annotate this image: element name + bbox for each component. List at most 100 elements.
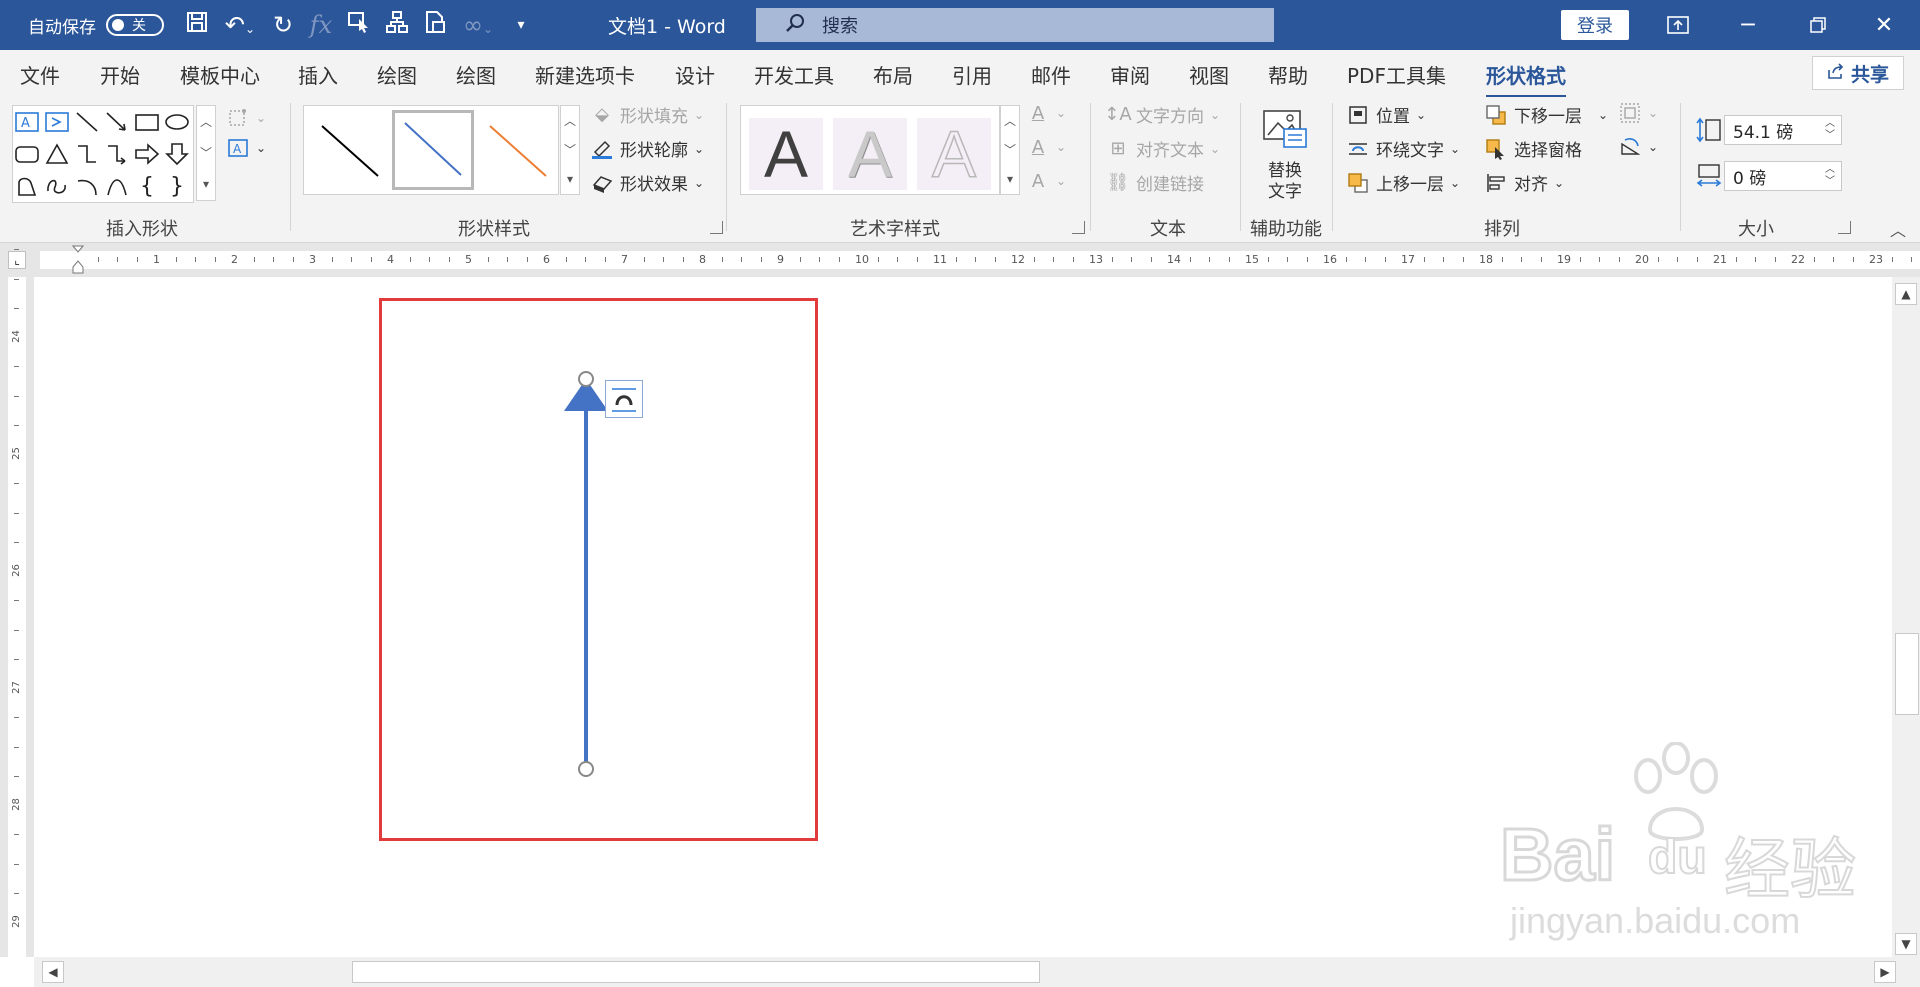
text-direction-button[interactable]: ↕A 文字方向 ⌄ <box>1104 102 1220 127</box>
text-fill-button[interactable]: A ⌄ <box>1026 102 1066 124</box>
shape-styles-launcher-icon[interactable] <box>710 221 723 234</box>
arrow-shape[interactable] <box>554 367 614 787</box>
tab-mailings[interactable]: 邮件 <box>1031 60 1071 89</box>
org-chart-icon[interactable] <box>378 10 416 40</box>
shape-gallery-scroll[interactable]: ︿ ﹀ ▾ <box>196 105 216 201</box>
scroll-up-icon[interactable]: ︿ <box>197 106 215 137</box>
shape-gallery[interactable]: A { } <box>12 105 194 203</box>
tab-new-tab[interactable]: 新建选项卡 <box>535 60 635 89</box>
shape-outline-button[interactable]: 形状轮廓 ⌄ <box>590 136 704 161</box>
height-spinner-icon[interactable]: ︿ ﹀ <box>1825 118 1835 142</box>
scroll-down-icon[interactable]: ﹀ <box>197 137 215 168</box>
freeform-icon[interactable] <box>13 172 41 200</box>
close-icon[interactable]: ✕ <box>1852 0 1916 50</box>
resize-handle-top[interactable] <box>578 371 594 387</box>
curve-icon[interactable] <box>103 172 131 200</box>
indent-marker-icon[interactable] <box>71 245 85 275</box>
alt-text-button[interactable]: 替换 文字 <box>1262 109 1308 202</box>
tab-file[interactable]: 文件 <box>20 60 60 89</box>
layout-options-icon[interactable] <box>605 380 643 418</box>
align-button[interactable]: 对齐 ⌄ <box>1484 170 1564 195</box>
tab-template-center[interactable]: 模板中心 <box>180 60 260 89</box>
autosave[interactable]: 自动保存 关 <box>28 0 164 50</box>
tab-view[interactable]: 视图 <box>1189 60 1229 89</box>
right-brace-icon[interactable]: } <box>163 172 191 200</box>
tab-review[interactable]: 审阅 <box>1110 60 1150 89</box>
horizontal-ruler[interactable]: ⌞ 1 2 3 4 5 6 7 8 9 10 11 12 13 14 15 16 17 18 19 20 21 22 23 <box>0 243 1920 277</box>
draw-text-box-button[interactable]: A ⌄ <box>226 137 266 159</box>
scroll-right-arrow-icon[interactable]: ▶ <box>1874 961 1896 983</box>
edit-shape-button[interactable]: ⌄ <box>226 107 266 129</box>
line-shape-icon[interactable] <box>73 108 101 136</box>
elbow-arrow-icon[interactable] <box>103 140 131 168</box>
autosave-toggle[interactable]: 关 <box>106 14 164 36</box>
position-button[interactable]: 位置 ⌄ <box>1346 102 1426 127</box>
rotate-button[interactable]: ⌄ <box>1618 136 1658 158</box>
scroll-up-arrow-icon[interactable]: ▲ <box>1895 283 1917 305</box>
shape-style-scroll[interactable]: ︿ ﹀ ▾ <box>560 105 580 195</box>
style-black-line[interactable] <box>308 110 390 190</box>
text-outline-button[interactable]: A ⌄ <box>1026 136 1066 158</box>
arrow-line-icon[interactable] <box>103 108 131 136</box>
wordart-style-dark[interactable]: A <box>749 117 823 191</box>
document-canvas[interactable]: Bai du 经验 jingyan.baidu.com <box>34 277 1892 957</box>
minimize-icon[interactable]: ─ <box>1716 0 1780 50</box>
redo-icon[interactable]: ↻ <box>264 11 302 39</box>
horizontal-scroll-thumb[interactable] <box>352 961 1040 983</box>
tab-pdf-tools[interactable]: PDF工具集 <box>1347 60 1446 89</box>
formula-icon[interactable]: fx <box>302 11 340 39</box>
oval-icon[interactable] <box>163 108 191 136</box>
triangle-icon[interactable] <box>43 140 71 168</box>
search-box[interactable]: 搜索 <box>756 8 1274 42</box>
shape-width-input[interactable]: 0 磅 ︿ ﹀ <box>1724 161 1842 191</box>
restore-icon[interactable] <box>1786 0 1850 50</box>
create-link-button[interactable]: ⛓ 创建链接 <box>1106 170 1204 195</box>
resize-handle-bottom[interactable] <box>578 761 594 777</box>
rounded-rectangle-icon[interactable] <box>13 140 41 168</box>
width-spinner-icon[interactable]: ︿ ﹀ <box>1825 164 1835 188</box>
down-arrow-icon[interactable] <box>163 140 191 168</box>
scroll-down-arrow-icon[interactable]: ▼ <box>1895 933 1917 955</box>
arc-icon[interactable] <box>73 172 101 200</box>
group-objects-button[interactable]: ⌄ <box>1618 102 1658 124</box>
customize-qat-icon[interactable]: ▾ <box>502 17 540 33</box>
bring-forward-button[interactable]: 上移一层 ⌄ <box>1346 170 1460 195</box>
tab-layout[interactable]: 布局 <box>873 60 913 89</box>
tab-shape-format[interactable]: 形状格式 <box>1486 60 1566 98</box>
wordart-gallery[interactable]: A A A <box>740 105 1000 195</box>
tab-draw[interactable]: 绘图 <box>377 60 417 89</box>
tab-developer[interactable]: 开发工具 <box>754 60 834 89</box>
tab-help[interactable]: 帮助 <box>1268 60 1308 89</box>
expand-gallery-icon[interactable]: ▾ <box>197 168 215 199</box>
wrap-text-button[interactable]: 环绕文字 ⌄ <box>1346 136 1460 161</box>
expand-gallery-icon[interactable]: ▾ <box>561 164 579 193</box>
text-box-icon[interactable]: A <box>13 108 41 136</box>
left-brace-icon[interactable]: { <box>133 172 161 200</box>
scribble-icon[interactable] <box>43 172 71 200</box>
scroll-down-icon[interactable]: ﹀ <box>1001 135 1019 164</box>
scroll-up-icon[interactable]: ︿ <box>561 106 579 135</box>
wordart-launcher-icon[interactable] <box>1072 221 1085 234</box>
vertical-text-box-icon[interactable] <box>43 108 71 136</box>
tab-home[interactable]: 开始 <box>100 60 140 89</box>
selection-pane-button[interactable]: 选择窗格 <box>1484 136 1582 161</box>
expand-gallery-icon[interactable]: ▾ <box>1001 164 1019 193</box>
style-orange-line[interactable] <box>476 110 558 190</box>
style-blue-line-selected[interactable] <box>392 110 474 190</box>
rectangle-icon[interactable] <box>133 108 161 136</box>
save-icon[interactable] <box>178 10 216 40</box>
undo-icon[interactable]: ↶⌄ <box>216 11 264 39</box>
wordart-scroll[interactable]: ︿ ﹀ ▾ <box>1000 105 1020 195</box>
vertical-ruler[interactable]: 24 25 26 27 28 29 <box>0 249 34 957</box>
tab-design[interactable]: 设计 <box>675 60 715 89</box>
scroll-down-icon[interactable]: ﹀ <box>561 135 579 164</box>
ribbon-display-icon[interactable] <box>1646 0 1710 50</box>
wordart-style-outline[interactable]: A <box>917 116 991 192</box>
tab-insert[interactable]: 插入 <box>298 60 338 89</box>
vertical-scroll-thumb[interactable] <box>1895 633 1919 715</box>
tab-references[interactable]: 引用 <box>952 60 992 89</box>
text-effects-button[interactable]: A ⌄ <box>1026 170 1066 192</box>
shape-style-gallery[interactable] <box>303 105 559 195</box>
wordart-style-gray[interactable]: A <box>833 117 907 191</box>
align-text-button[interactable]: ⊞ 对齐文本 ⌄ <box>1106 136 1220 161</box>
